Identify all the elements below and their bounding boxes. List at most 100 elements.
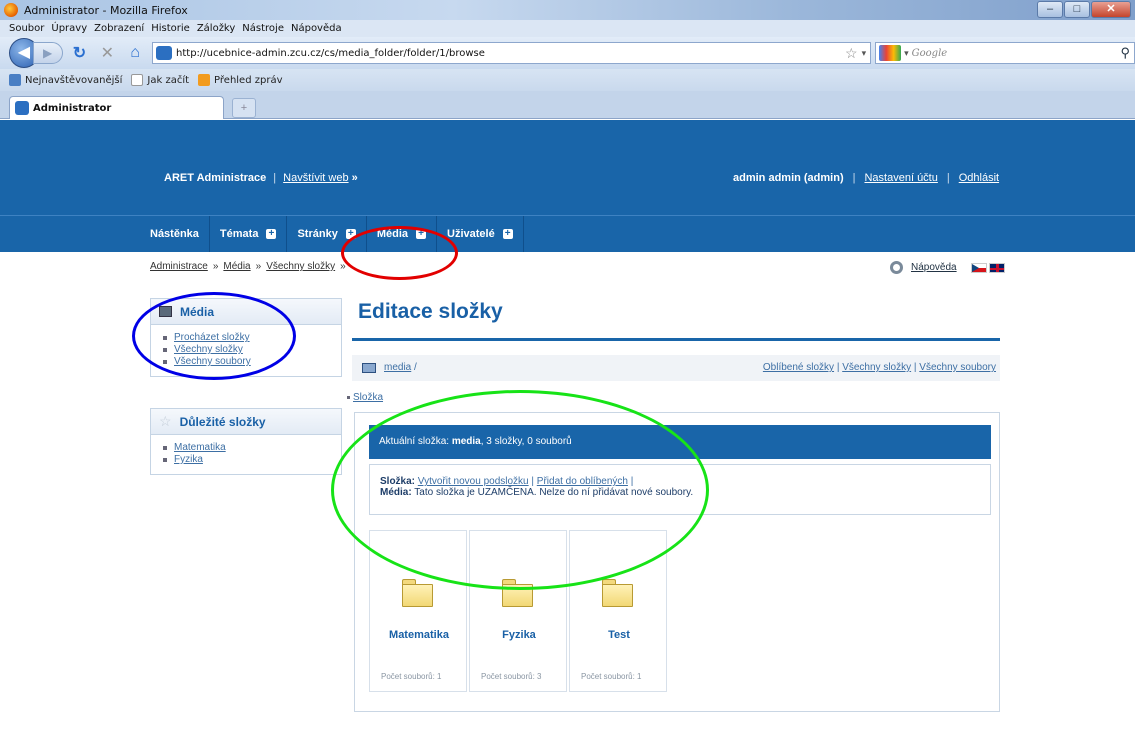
tab-administrator[interactable]: Administrator (9, 96, 224, 119)
media-label: Média: (380, 487, 412, 498)
close-button[interactable]: ✕ (1091, 1, 1131, 18)
folder-name[interactable]: Matematika (370, 629, 468, 641)
folder-path-bar: media / Oblíbené složky | Všechny složky… (352, 355, 1000, 381)
plus-icon[interactable]: + (502, 229, 513, 239)
breadcrumb-all-folders[interactable]: Všechny složky (266, 261, 335, 272)
main-nav: Nástěnka Témata + Stránky + Média + Uživate… (141, 216, 524, 252)
media-lock-text: Tato složka je UZAMČENA. Nelze do ní při… (414, 487, 694, 498)
bookmark-label: Nejnavštěvovanější (25, 74, 123, 86)
title-underline (352, 338, 1000, 341)
url-bar[interactable]: http://ucebnice-admin.zcu.cz/cs/media_fo… (152, 42, 872, 64)
all-files-link[interactable]: Všechny soubory (174, 356, 251, 368)
rss-icon (198, 74, 211, 86)
home-icon[interactable]: ⌂ (124, 44, 146, 62)
sidebar-important-list: Matematika Fyzika (151, 435, 341, 474)
folder-name[interactable]: Fyzika (470, 629, 568, 641)
folder-label: Složka: (380, 476, 416, 487)
forward-button[interactable]: ▶ (32, 42, 63, 64)
folder-tile-test[interactable]: Test Počet souborů: 1 (569, 530, 667, 692)
sidebar-media-list: Procházet složky Všechny složky Všechny … (151, 325, 341, 376)
czech-flag-icon[interactable] (970, 262, 987, 273)
folder-tile-fyzika[interactable]: Fyzika Počet souborů: 3 (469, 530, 567, 692)
breadcrumb-media[interactable]: Média (223, 261, 250, 272)
nav-media[interactable]: Média + (367, 216, 437, 252)
nav-label: Stránky (297, 228, 338, 240)
menu-tools[interactable]: Nástroje (242, 23, 284, 34)
maximize-button[interactable]: □ (1064, 1, 1090, 18)
folder-section-link: Složka (347, 392, 383, 403)
visit-web-link[interactable]: Navštívit web (283, 172, 348, 184)
firefox-logo-icon (4, 3, 18, 17)
search-bar[interactable]: ▾ Google ⚲ (875, 42, 1135, 64)
brand-area: ARET Administrace | Navštívit web » (164, 172, 358, 184)
url-dropdown-icon[interactable]: ▾ (862, 48, 867, 59)
create-subfolder-link[interactable]: Vytvořit novou podsložku (418, 476, 529, 487)
menu-file[interactable]: Soubor (9, 23, 44, 34)
path-quick-links: Oblíbené složky | Všechny složky | Všech… (762, 362, 996, 373)
folder-link[interactable]: Složka (353, 392, 383, 403)
engine-dropdown-icon[interactable]: ▾ (904, 48, 909, 59)
url-text[interactable]: http://ucebnice-admin.zcu.cz/cs/media_fo… (176, 48, 485, 59)
favorite-folders-link[interactable]: Oblíbené složky (763, 362, 834, 373)
important-folder-link[interactable]: Matematika (174, 442, 226, 454)
breadcrumb-administration[interactable]: Administrace (150, 261, 208, 272)
menu-history[interactable]: Historie (151, 23, 190, 34)
list-item: Fyzika (163, 454, 341, 466)
reload-icon[interactable]: ↻ (69, 43, 91, 63)
nav-dashboard[interactable]: Nástěnka (141, 216, 210, 252)
nav-users[interactable]: Uživatelé + (437, 216, 524, 252)
nav-pages[interactable]: Stránky + (287, 216, 367, 252)
google-engine-icon[interactable] (879, 45, 902, 61)
logout-link[interactable]: Odhlásit (959, 172, 999, 184)
minimize-button[interactable]: – (1037, 1, 1063, 18)
nav-label: Média (376, 228, 408, 240)
sidebar-important-title: Důležité složky (179, 414, 266, 429)
brand-name: ARET Administrace (164, 172, 267, 184)
menu-help[interactable]: Nápověda (291, 23, 342, 34)
all-folders-link[interactable]: Všechny složky (174, 344, 243, 356)
account-settings-link[interactable]: Nastavení účtu (864, 172, 937, 184)
stop-icon[interactable]: ✕ (96, 43, 118, 63)
tab-label: Administrator (33, 102, 112, 114)
new-tab-button[interactable]: + (232, 98, 256, 118)
plus-icon[interactable]: + (266, 229, 277, 239)
breadcrumb-arrow: » (340, 261, 346, 272)
current-folder-prefix: Aktuální složka: (379, 436, 450, 447)
plus-icon[interactable]: + (416, 229, 426, 239)
site-favicon-icon (156, 46, 173, 60)
user-separator: | (946, 172, 950, 184)
all-folders-link[interactable]: Všechny složky (842, 362, 911, 373)
path-media-link[interactable]: media (384, 362, 411, 373)
bookmark-star-icon[interactable]: ☆ (845, 45, 858, 62)
important-folder-link[interactable]: Fyzika (174, 454, 203, 466)
nav-label: Nástěnka (150, 228, 199, 240)
uk-flag-icon[interactable] (988, 262, 1005, 273)
sidebar-media-title: Média (180, 304, 215, 319)
page-content: ARET Administrace | Navštívit web » admin … (0, 120, 1135, 738)
folder-tile-matematika[interactable]: Matematika Počet souborů: 1 (369, 530, 467, 692)
breadcrumb-arrow: » (212, 261, 219, 272)
help-link[interactable]: Nápověda (911, 262, 957, 273)
nav-topics[interactable]: Témata + (210, 216, 288, 252)
search-placeholder[interactable]: Google (912, 48, 948, 59)
sidebar-media-header: Média (151, 299, 341, 325)
add-favorite-link[interactable]: Přidat do oblíbených (537, 476, 628, 487)
folder-name[interactable]: Test (570, 629, 668, 641)
bookmark-news[interactable]: Přehled zpráv (198, 74, 283, 86)
browse-folders-link[interactable]: Procházet složky (174, 332, 250, 344)
menu-view[interactable]: Zobrazení (94, 23, 144, 34)
bookmark-getting-started[interactable]: Jak začít (131, 74, 189, 86)
current-folder-bar: Aktuální složka: media, 3 složky, 0 soub… (369, 425, 991, 459)
all-files-link[interactable]: Všechny soubory (919, 362, 996, 373)
menu-edit[interactable]: Úpravy (51, 23, 87, 34)
most-visited-icon (9, 74, 21, 86)
list-item: Procházet složky (163, 332, 341, 344)
menu-bookmarks[interactable]: Záložky (197, 23, 235, 34)
bookmark-most-visited[interactable]: Nejnavštěvovanější (9, 74, 122, 86)
window-controls: – □ ✕ (1036, 1, 1131, 18)
list-item: Matematika (163, 442, 341, 454)
path-separator: / (414, 362, 417, 373)
search-icon[interactable]: ⚲ (1120, 45, 1130, 61)
plus-icon[interactable]: + (345, 229, 356, 239)
brand-separator: | (273, 172, 277, 184)
